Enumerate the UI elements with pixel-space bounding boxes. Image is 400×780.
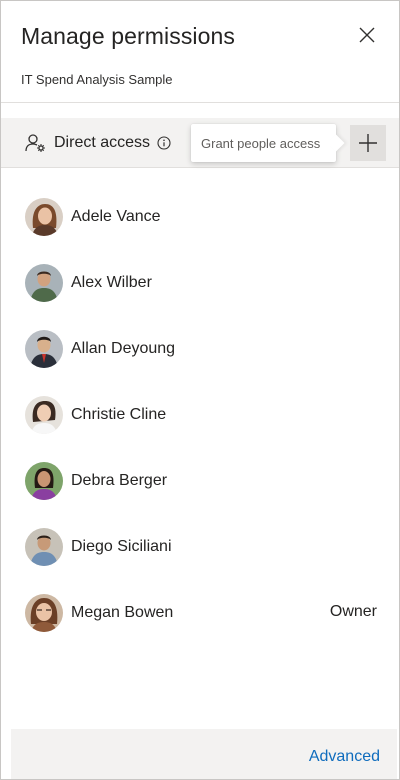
grant-people-access-button[interactable] [350,125,386,161]
avatar [25,198,63,236]
person-name: Allan Deyoung [71,340,176,357]
person-name: Adele Vance [71,208,161,225]
list-item[interactable]: Diego Siciliani [1,514,399,580]
person-name: Alex Wilber [71,274,152,291]
person-name: Megan Bowen [71,604,174,621]
dataset-name: IT Spend Analysis Sample [21,72,173,87]
list-item[interactable]: Debra Berger [1,448,399,514]
advanced-link[interactable]: Advanced [309,748,380,766]
tooltip-text: Grant people access [201,136,321,151]
manage-permissions-panel: Manage permissions IT Spend Analysis Sam… [0,0,400,780]
avatar [25,462,63,500]
grant-access-tooltip: Grant people access [191,124,336,162]
panel-footer: Advanced [11,729,397,779]
person-name: Debra Berger [71,472,168,489]
plus-icon [359,134,377,152]
avatar [25,330,63,368]
avatar [25,264,63,302]
close-button[interactable] [353,21,381,49]
list-item[interactable]: Adele Vance [1,184,399,250]
avatar [25,528,63,566]
list-item[interactable]: Christie Cline [1,382,399,448]
panel-header: Manage permissions IT Spend Analysis Sam… [1,1,399,103]
avatar [25,396,63,434]
list-item[interactable]: Allan Deyoung [1,316,399,382]
owner-badge: Owner [329,603,377,620]
people-settings-icon [25,134,45,152]
list-item[interactable]: Megan Bowen Owner [1,580,399,646]
person-name: Christie Cline [71,406,167,423]
list-item[interactable]: Alex Wilber [1,250,399,316]
person-name: Diego Siciliani [71,538,172,555]
direct-access-label: Direct access [54,134,151,151]
avatar [25,594,63,632]
panel-title: Manage permissions [21,23,236,49]
close-icon [359,27,375,43]
info-icon[interactable] [157,136,171,150]
